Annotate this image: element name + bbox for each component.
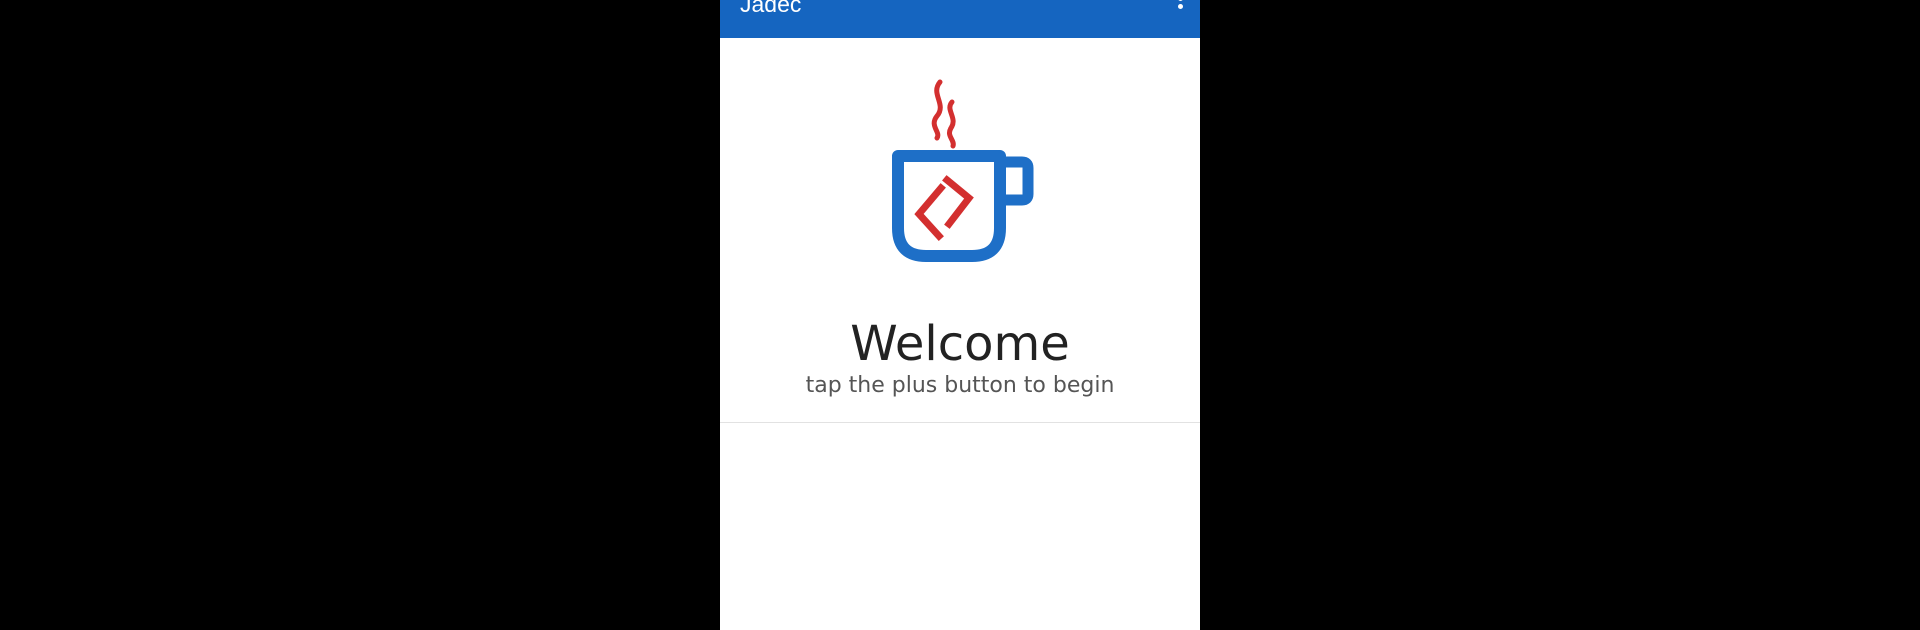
logo-banner [720, 38, 1200, 304]
content-area [720, 423, 1200, 630]
app-title: Jadec [740, 0, 802, 17]
welcome-title: Welcome [850, 316, 1070, 372]
screen: Jadec Welcome tap the plus button to beg… [0, 0, 1920, 630]
welcome-subtitle: tap the plus button to begin [805, 373, 1115, 398]
app-bar: Jadec [720, 0, 1200, 38]
overflow-menu-icon[interactable] [1160, 0, 1200, 38]
menu-dot [1178, 0, 1183, 1]
menu-dot [1178, 4, 1183, 9]
welcome-section: Welcome tap the plus button to begin [720, 304, 1200, 423]
coffee-cup-code-icon [892, 79, 1034, 262]
app-window: Jadec Welcome tap the plus button to beg… [720, 0, 1200, 630]
